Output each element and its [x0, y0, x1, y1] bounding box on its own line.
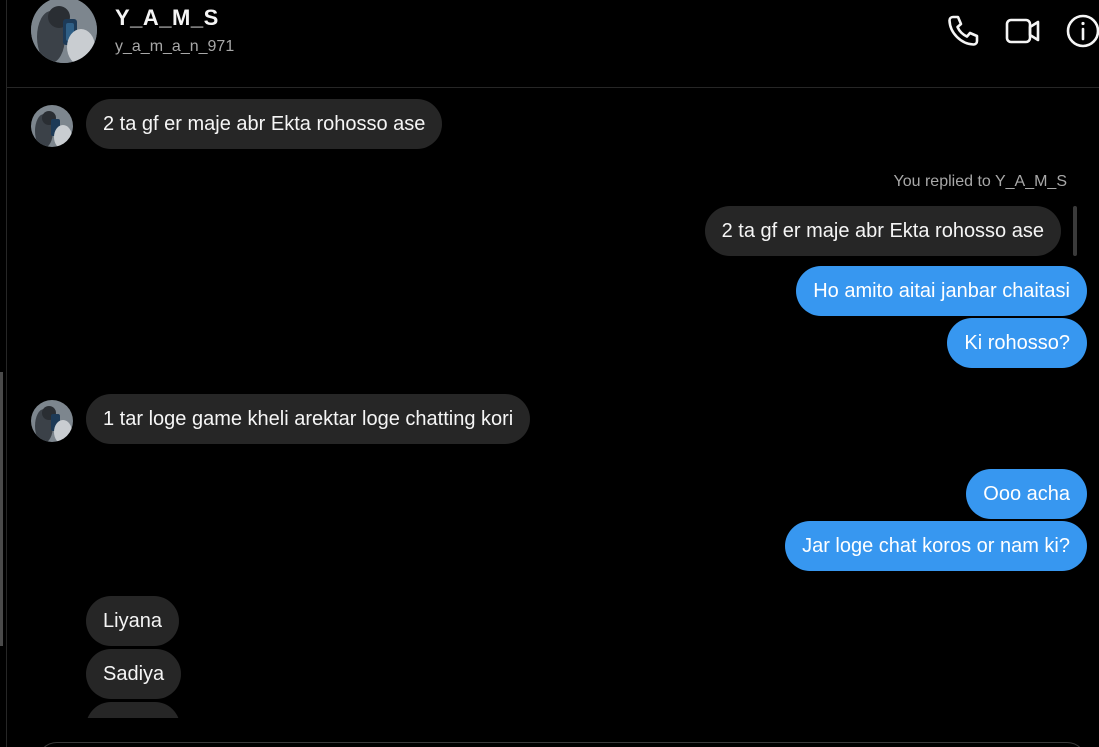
sender-avatar[interactable] — [31, 400, 73, 442]
reply-label: You replied to Y_A_M_S — [893, 173, 1067, 190]
phone-icon[interactable] — [944, 12, 982, 50]
contact-username: y_a_m_a_n_971 — [115, 38, 235, 55]
quoted-message-bubble[interactable]: 2 ta gf er maje abr Ekta rohosso ase — [704, 206, 1061, 256]
info-icon[interactable] — [1064, 12, 1099, 50]
contact-name[interactable]: Y_A_M_S — [115, 5, 219, 31]
contact-avatar[interactable] — [31, 0, 97, 63]
reply-quote-bar — [1073, 206, 1077, 256]
scrollbar-thumb[interactable] — [0, 372, 3, 646]
message-bubble-outgoing[interactable]: Ho amito aitai janbar chaitasi — [796, 266, 1087, 316]
message-bubble-outgoing[interactable]: Ooo acha — [966, 469, 1087, 519]
contact-avatar-image — [31, 0, 97, 63]
message-input[interactable] — [37, 742, 1087, 747]
message-bubble-outgoing[interactable]: Ki rohosso? — [947, 318, 1087, 368]
message-bubble-incoming[interactable]: Sadiya — [86, 649, 182, 699]
chat-header: Y_A_M_S y_a_m_a_n_971 — [7, 0, 1099, 88]
chat-window: Y_A_M_S y_a_m_a_n_971 2 ta gf er maje ab… — [0, 0, 1099, 747]
message-bubble-outgoing[interactable]: Jar loge chat koros or nam ki? — [785, 521, 1087, 571]
message-bubble-partial[interactable] — [86, 702, 180, 718]
message-bubble-incoming[interactable]: Liyana — [86, 596, 179, 646]
sender-avatar[interactable] — [31, 105, 73, 147]
sidebar-divider — [6, 0, 7, 747]
message-bubble-incoming[interactable]: 1 tar loge game kheli arektar loge chatt… — [86, 394, 531, 444]
video-camera-icon[interactable] — [1004, 12, 1042, 50]
sender-avatar-image — [31, 400, 73, 442]
sender-avatar-image — [31, 105, 73, 147]
message-bubble-incoming[interactable]: 2 ta gf er maje abr Ekta rohosso ase — [86, 99, 443, 149]
